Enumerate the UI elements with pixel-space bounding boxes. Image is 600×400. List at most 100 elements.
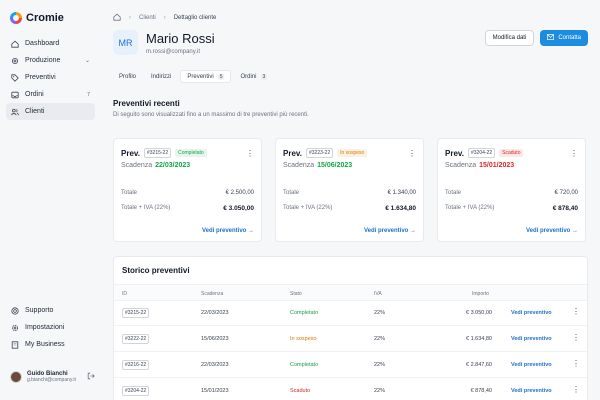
page-title: Mario Rossi [146,30,215,46]
row-amount: € 2.847,60 [466,362,492,368]
col-header-importo: Importo [472,291,489,297]
table-header: ID Scadenza Stato IVA Importo [114,284,587,301]
col-header-scadenza: Scadenza [201,291,224,297]
history-title: Storico preventivi [122,266,190,275]
status-badge: Scaduto [499,149,524,157]
row-due: 15/06/2023 [201,336,229,342]
quote-code: #3215-22 [143,148,172,158]
more-options-icon[interactable]: ⋮ [572,359,580,368]
due-date: 15/06/2023 [317,162,353,169]
row-amount: € 878,40 [470,388,492,394]
contact-button[interactable]: Contatta [540,30,588,46]
tab-label: Preventivi [187,73,214,80]
row-amount: € 3.050,00 [466,310,492,316]
sidebar-item-my-business[interactable]: My Business [6,336,95,353]
row-amount: € 1.634,80 [466,336,492,342]
view-quote-link[interactable]: Vedi preventivo [511,310,552,316]
breadcrumb-clienti[interactable]: Clienti [139,15,156,21]
sidebar-item-label: Clienti [25,108,45,115]
row-status: In sospeso [290,336,317,342]
due-date: 22/03/2023 [155,162,191,169]
sidebar-item-label: Supporto [25,307,54,314]
quote-prefix: Prev. [445,148,464,158]
avatar [10,371,22,384]
building-icon [11,340,19,349]
sidebar: Cromie Dashboard Produzione ⌄ Preventivi… [0,0,101,400]
more-options-icon[interactable]: ⋮ [246,149,254,158]
quote-history-table: Storico preventivi ID Scadenza Stato IVA… [113,256,588,400]
logo-icon [10,12,22,24]
user-email: g.bianchi@company.it [27,376,76,383]
sidebar-item-label: Impostazioni [25,324,65,331]
quote-prefix: Prev. [283,148,302,158]
row-id: #3216-22 [122,360,150,370]
col-header-stato: Stato [290,291,302,297]
logout-icon[interactable] [87,372,95,382]
settings-icon [11,324,19,332]
sidebar-item-supporto[interactable]: Supporto [6,302,95,319]
sidebar-nav: Dashboard Produzione ⌄ Preventivi Ordini… [6,35,95,120]
app-logo[interactable]: Cromie [10,12,64,24]
more-options-icon[interactable]: ⋮ [572,385,580,394]
sidebar-item-clienti[interactable]: Clienti [6,103,95,120]
quote-due: Scadenza 22/03/2023 [121,162,190,169]
sidebar-item-dashboard[interactable]: Dashboard [6,35,95,52]
total-label: Totale [445,190,462,196]
sidebar-item-produzione[interactable]: Produzione ⌄ [6,52,95,69]
total-value: € 1.340,00 [387,190,416,196]
row-iva: 22% [374,388,386,394]
recent-quotes-cards: Prev. #3215-22 Completato ⋮ Scadenza 22/0… [113,138,588,242]
table-row: #3222-22 15/06/2023 In sospeso 22% € 1.6… [114,327,587,352]
tab-count: 5 [217,73,225,80]
row-iva: 22% [374,336,386,342]
more-options-icon[interactable]: ⋮ [408,149,416,158]
row-status: Completato [290,310,319,316]
view-quote-link[interactable]: Vedi preventivo [511,336,552,342]
tab-ordini[interactable]: Ordini 3 [234,70,273,83]
due-label: Scadenza [121,162,153,169]
tab-label: Ordini [240,73,257,80]
total-iva-value: € 1.634,80 [385,205,416,212]
due-label: Scadenza [445,162,477,169]
total-iva-value: € 3.050,00 [223,205,254,212]
breadcrumb-separator-icon: › [129,15,131,21]
row-due: 22/03/2023 [201,310,229,316]
view-quote-link[interactable]: Vedi preventivo [511,388,552,394]
view-quote-link[interactable]: Vedi preventivo → [526,228,578,234]
home-icon[interactable] [113,13,121,23]
tab-indirizzi[interactable]: Indirizzi [145,70,177,83]
table-row: #3216-22 22/03/2023 Completato 22% € 2.8… [114,353,587,378]
tab-preventivi[interactable]: Preventivi 5 [180,70,232,83]
row-due: 15/01/2023 [201,388,229,394]
sidebar-item-impostazioni[interactable]: Impostazioni [6,319,95,336]
tab-label: Profilo [119,73,137,80]
due-label: Scadenza [283,162,315,169]
sidebar-item-ordini[interactable]: Ordini 7 [6,86,95,103]
total-label: Totale [121,190,138,196]
more-options-icon[interactable]: ⋮ [572,307,580,316]
total-iva-value: € 878,40 [552,205,578,212]
quote-code: #3204-22 [467,148,496,158]
row-status: Scaduto [290,388,311,394]
ordini-count-badge: 7 [86,91,90,98]
sidebar-item-preventivi[interactable]: Preventivi [6,69,95,86]
row-iva: 22% [374,362,386,368]
app-name: Cromie [26,12,64,24]
quote-code: #3223-22 [305,148,334,158]
edit-data-button[interactable]: Modifica dati [484,30,535,46]
row-id: #3204-22 [122,386,150,396]
due-date: 15/01/2023 [479,162,515,169]
home-icon [11,40,19,48]
more-options-icon[interactable]: ⋮ [572,333,580,342]
quote-due: Scadenza 15/06/2023 [283,162,352,169]
header-actions: Modifica dati Contatta [484,30,588,46]
view-quote-link[interactable]: Vedi preventivo → [364,228,416,234]
tab-label: Indirizzi [151,73,172,80]
tab-profilo[interactable]: Profilo [113,70,142,83]
view-quote-link[interactable]: Vedi preventivo [511,362,552,368]
table-row: #3215-22 22/03/2023 Completato 22% € 3.0… [114,301,587,326]
total-iva-label: Totale + IVA (22%) [445,205,495,211]
user-profile[interactable]: Guido Bianchi g.bianchi@company.it [10,371,95,384]
more-options-icon[interactable]: ⋮ [570,149,578,158]
view-quote-link[interactable]: Vedi preventivo → [202,228,254,234]
